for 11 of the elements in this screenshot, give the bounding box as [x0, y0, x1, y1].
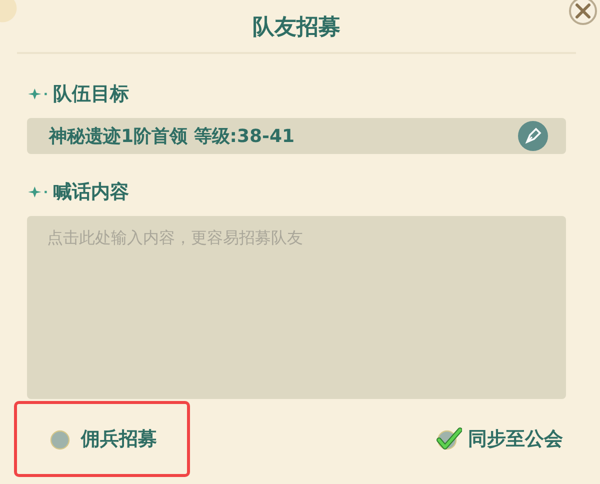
option-checkbox[interactable]: 佣兵招募 — [47, 426, 157, 452]
edit-button[interactable] — [518, 121, 548, 151]
close-button[interactable] — [568, 0, 598, 26]
section-heading: 队伍目标 — [53, 82, 129, 107]
dialog-title: 队友招募 — [252, 14, 342, 42]
sparkle-icon — [27, 185, 49, 199]
section-heading: 喊话内容 — [53, 180, 129, 205]
target-value: 神秘遗迹1阶首领 等级:38-41 — [49, 125, 295, 148]
pen-icon — [518, 121, 548, 151]
sparkle-icon — [27, 87, 49, 101]
option-checkbox[interactable]: 同步至公会 — [434, 426, 563, 452]
